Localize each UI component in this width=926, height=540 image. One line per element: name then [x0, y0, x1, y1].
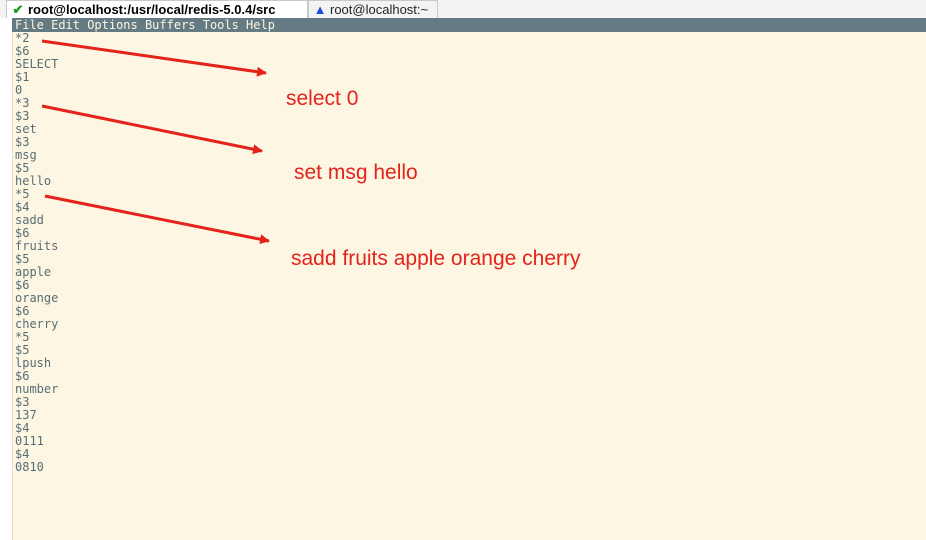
- annotation-set: set msg hello: [294, 161, 418, 184]
- arrow-select: [41, 39, 267, 77]
- annotation-sadd: sadd fruits apple orange cherry: [291, 247, 581, 270]
- arrow-sadd: [44, 194, 270, 245]
- annotation-select: select 0: [286, 87, 359, 110]
- arrow-set: [41, 104, 263, 155]
